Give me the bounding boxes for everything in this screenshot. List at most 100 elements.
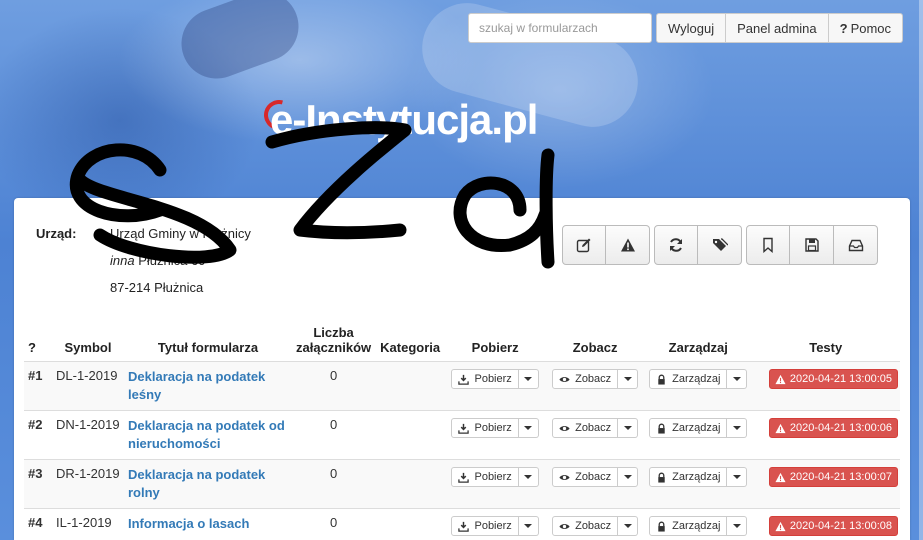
col-header-category[interactable]: Kategoria bbox=[375, 321, 445, 362]
download-split-button: Pobierz bbox=[451, 369, 539, 389]
test-timestamp: 2020-04-21 13:00:05 bbox=[789, 373, 892, 385]
eye-icon bbox=[559, 523, 570, 529]
download-dropdown-toggle[interactable] bbox=[518, 516, 539, 536]
download-button[interactable]: Pobierz bbox=[451, 369, 519, 389]
row-title-cell: Deklaracja na podatek leśny bbox=[124, 361, 292, 411]
test-status-badge[interactable]: 2020-04-21 13:00:05 bbox=[768, 369, 898, 389]
manage-button[interactable]: Zarządzaj bbox=[649, 516, 728, 536]
row-manage-cell: Zarządzaj bbox=[645, 410, 752, 460]
row-download-cell: Pobierz bbox=[445, 459, 546, 509]
form-title-link[interactable]: Informacja o lasach bbox=[128, 516, 249, 531]
edit-button[interactable] bbox=[562, 225, 606, 265]
download-dropdown-toggle[interactable] bbox=[518, 369, 539, 389]
office-address: Urząd Gminy w Płużnicy inna Płużnica 60 … bbox=[110, 226, 310, 307]
warning-button[interactable] bbox=[606, 225, 650, 265]
manage-button[interactable]: Zarządzaj bbox=[649, 369, 728, 389]
caret-down-icon bbox=[524, 426, 533, 430]
form-title-link[interactable]: Deklaracja na podatek rolny bbox=[128, 467, 265, 500]
save-icon bbox=[804, 238, 819, 252]
col-header-num[interactable]: ? bbox=[24, 321, 52, 362]
manage-button[interactable]: Zarządzaj bbox=[649, 467, 728, 487]
hero-photo-shape bbox=[171, 0, 309, 89]
view-dropdown-toggle[interactable] bbox=[618, 369, 639, 389]
manage-split-button: Zarządzaj bbox=[649, 516, 748, 536]
caret-down-icon bbox=[623, 475, 632, 479]
manage-label: Zarządzaj bbox=[672, 422, 721, 434]
edit-icon bbox=[576, 238, 591, 253]
col-header-attachments-line2: załączników bbox=[296, 340, 372, 355]
col-header-title[interactable]: Tytuł formularza bbox=[124, 321, 292, 362]
help-button[interactable]: ? Pomoc bbox=[828, 13, 904, 43]
col-header-view: Zobacz bbox=[572, 340, 618, 355]
col-header-manage: Zarządzaj bbox=[668, 340, 728, 355]
save-button[interactable] bbox=[790, 225, 834, 265]
office-street: inna Płużnica 60 bbox=[110, 253, 310, 280]
main-panel: Urząd: Urząd Gminy w Płużnicy inna Płużn… bbox=[14, 198, 910, 540]
office-name: Urząd Gminy w Płużnicy bbox=[110, 226, 251, 241]
download-dropdown-toggle[interactable] bbox=[518, 418, 539, 438]
toolbar-group-3 bbox=[746, 225, 878, 265]
download-icon bbox=[458, 472, 470, 483]
inbox-icon bbox=[848, 239, 863, 252]
view-label: Zobacz bbox=[575, 422, 612, 434]
logout-button[interactable]: Wyloguj bbox=[656, 13, 727, 43]
col-header-attachments[interactable]: Liczba załączników bbox=[292, 321, 375, 362]
caret-down-icon bbox=[524, 475, 533, 479]
test-status-badge[interactable]: 2020-04-21 13:00:06 bbox=[768, 418, 898, 438]
lock-icon bbox=[658, 423, 665, 434]
view-button[interactable]: Zobacz bbox=[552, 467, 619, 487]
warning-icon bbox=[775, 374, 786, 384]
office-postal: 87-214 Płużnica bbox=[110, 280, 204, 295]
row-symbol: DN-1-2019 bbox=[52, 410, 124, 460]
row-download-cell: Pobierz bbox=[445, 361, 546, 411]
download-label: Pobierz bbox=[474, 471, 512, 483]
lock-icon bbox=[658, 374, 665, 385]
bookmark-button[interactable] bbox=[746, 225, 790, 265]
admin-panel-button[interactable]: Panel admina bbox=[726, 13, 829, 43]
manage-button[interactable]: Zarządzaj bbox=[649, 418, 728, 438]
form-title-link[interactable]: Deklaracja na podatek leśny bbox=[128, 369, 265, 402]
view-button[interactable]: Zobacz bbox=[552, 369, 619, 389]
row-symbol: DR-1-2019 bbox=[52, 459, 124, 509]
scrollbar[interactable] bbox=[919, 0, 923, 540]
row-attachments: 0 bbox=[292, 459, 376, 509]
site-logo[interactable]: e-Instytucja.pl bbox=[270, 96, 538, 144]
search-input[interactable] bbox=[468, 13, 652, 43]
col-header-symbol[interactable]: Symbol bbox=[52, 321, 124, 362]
view-dropdown-toggle[interactable] bbox=[618, 467, 639, 487]
test-status-badge[interactable]: 2020-04-21 13:00:08 bbox=[768, 516, 898, 536]
table-row: #3 DR-1-2019 Deklaracja na podatek rolny 0 P… bbox=[24, 459, 900, 509]
manage-label: Zarządzaj bbox=[672, 520, 721, 532]
download-button[interactable]: Pobierz bbox=[451, 467, 519, 487]
row-number: #1 bbox=[24, 361, 52, 411]
test-status-badge[interactable]: 2020-04-21 13:00:07 bbox=[768, 467, 898, 487]
col-header-tests: Testy bbox=[809, 340, 843, 355]
eye-icon bbox=[559, 474, 570, 480]
inbox-button[interactable] bbox=[834, 225, 878, 265]
view-dropdown-toggle[interactable] bbox=[618, 516, 639, 536]
download-button[interactable]: Pobierz bbox=[451, 418, 519, 438]
manage-dropdown-toggle[interactable] bbox=[727, 516, 748, 536]
view-dropdown-toggle[interactable] bbox=[618, 418, 639, 438]
top-button-group: Wyloguj Panel admina ? Pomoc bbox=[656, 13, 904, 43]
table-row: #2 DN-1-2019 Deklaracja na podatek od nier… bbox=[24, 410, 900, 460]
row-number: #4 bbox=[24, 508, 52, 540]
address-line: Płużnica 60 bbox=[138, 253, 206, 268]
caret-down-icon bbox=[732, 475, 741, 479]
manage-dropdown-toggle[interactable] bbox=[727, 418, 748, 438]
row-symbol: IL-1-2019 bbox=[52, 508, 124, 540]
download-dropdown-toggle[interactable] bbox=[518, 467, 539, 487]
manage-dropdown-toggle[interactable] bbox=[727, 467, 748, 487]
row-view-cell: Zobacz bbox=[545, 459, 646, 509]
manage-dropdown-toggle[interactable] bbox=[727, 369, 748, 389]
row-test-cell: 2020-04-21 13:00:08 bbox=[751, 508, 900, 540]
view-button[interactable]: Zobacz bbox=[552, 516, 619, 536]
view-button[interactable]: Zobacz bbox=[552, 418, 619, 438]
download-button[interactable]: Pobierz bbox=[451, 516, 519, 536]
eye-icon bbox=[559, 376, 570, 382]
view-label: Zobacz bbox=[575, 373, 612, 385]
refresh-button[interactable] bbox=[654, 225, 698, 265]
row-manage-cell: Zarządzaj bbox=[645, 459, 752, 509]
form-title-link[interactable]: Deklaracja na podatek od nieruchomości bbox=[128, 418, 285, 451]
tags-button[interactable] bbox=[698, 225, 742, 265]
